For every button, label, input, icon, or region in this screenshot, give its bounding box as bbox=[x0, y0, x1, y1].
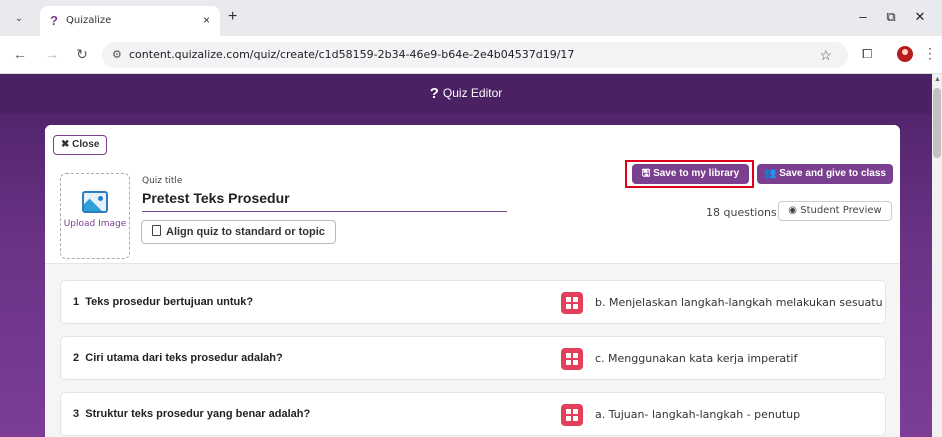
title-underline bbox=[142, 211, 507, 212]
eye-icon: ◉ bbox=[788, 205, 798, 216]
quizalize-logo-icon: ? bbox=[429, 85, 439, 102]
question-count: 18 questions bbox=[706, 206, 777, 219]
question-row[interactable]: 1 Teks prosedur bertujuan untuk? b. Menj… bbox=[60, 280, 886, 324]
student-preview-button[interactable]: ◉ Student Preview bbox=[778, 201, 892, 221]
highlight-box bbox=[625, 160, 754, 188]
question-text: 2 Ciri utama dari teks prosedur adalah? bbox=[73, 352, 283, 364]
close-button[interactable]: ✖ Close bbox=[53, 135, 108, 155]
profile-avatar[interactable] bbox=[897, 46, 913, 62]
extensions-icon[interactable]: ⧠ bbox=[862, 47, 872, 61]
question-answer: a. Tujuan- langkah-langkah - penutup bbox=[595, 408, 801, 421]
document-icon bbox=[152, 225, 161, 236]
restore-icon[interactable]: ⧉ bbox=[881, 10, 901, 24]
tab-search-icon[interactable]: ⌄ bbox=[10, 10, 28, 28]
question-text: 3 Struktur teks prosedur yang benar adal… bbox=[73, 408, 311, 420]
users-icon: 👥 bbox=[764, 168, 777, 179]
scroll-thumb[interactable] bbox=[933, 88, 941, 158]
scroll-up-icon[interactable]: ▲ bbox=[934, 76, 941, 83]
url-text[interactable]: content.quizalize.com/quiz/create/c1d581… bbox=[129, 48, 574, 62]
minimize-icon[interactable]: – bbox=[853, 10, 873, 24]
question-type-grid-icon bbox=[561, 292, 583, 314]
align-quiz-button[interactable]: Align quiz to standard or topic bbox=[141, 220, 336, 244]
tab-title: Quizalize bbox=[66, 15, 112, 26]
question-row[interactable]: 2 Ciri utama dari teks prosedur adalah? … bbox=[60, 336, 886, 380]
quizalize-favicon-icon: ? bbox=[50, 13, 58, 28]
back-icon[interactable]: ← bbox=[12, 47, 28, 61]
tab-close-icon[interactable]: × bbox=[203, 13, 210, 27]
app-header: ? Quiz Editor bbox=[0, 74, 932, 114]
page-scrollbar[interactable]: ▲ bbox=[932, 74, 942, 437]
window-close-icon[interactable]: ✕ bbox=[910, 10, 930, 24]
image-icon bbox=[82, 191, 108, 213]
quiz-title-input[interactable]: Pretest Teks Prosedur bbox=[142, 190, 290, 206]
save-and-give-label: Save and give to class bbox=[779, 168, 886, 179]
upload-image-button[interactable]: Upload Image bbox=[60, 173, 130, 259]
question-type-grid-icon bbox=[561, 404, 583, 426]
save-and-give-button[interactable]: 👥 Save and give to class bbox=[757, 164, 893, 184]
new-tab-icon[interactable]: + bbox=[228, 9, 237, 25]
upload-image-label: Upload Image bbox=[63, 219, 127, 229]
forward-icon[interactable]: → bbox=[44, 47, 60, 61]
question-answer: b. Menjelaskan langkah-langkah melakukan… bbox=[595, 296, 883, 309]
reload-icon[interactable]: ↻ bbox=[74, 47, 90, 61]
quiz-title-label: Quiz title bbox=[142, 176, 183, 186]
question-type-grid-icon bbox=[561, 348, 583, 370]
close-icon: ✖ bbox=[61, 139, 70, 150]
question-row[interactable]: 3 Struktur teks prosedur yang benar adal… bbox=[60, 392, 886, 436]
browser-menu-icon[interactable]: ⋮ bbox=[923, 46, 937, 60]
browser-tab[interactable]: ? Quizalize × bbox=[40, 6, 220, 36]
quiz-editor-app: ? Quiz Editor ✖ Close Upload Image Quiz t… bbox=[0, 74, 932, 437]
quiz-settings-panel: ✖ Close Upload Image Quiz title Pretest … bbox=[45, 125, 900, 264]
header-title: Quiz Editor bbox=[442, 86, 503, 100]
question-answer: c. Menggunakan kata kerja imperatif bbox=[595, 352, 798, 365]
site-info-icon[interactable]: ⚙ bbox=[112, 48, 122, 62]
close-label: Close bbox=[72, 139, 100, 150]
address-bar[interactable]: ⚙ content.quizalize.com/quiz/create/c1d5… bbox=[102, 42, 848, 68]
student-preview-label: Student Preview bbox=[800, 205, 882, 216]
browser-tab-strip: ⌄ ? Quizalize × + – ⧉ ✕ bbox=[0, 0, 942, 36]
question-text: 1 Teks prosedur bertujuan untuk? bbox=[73, 296, 254, 308]
align-quiz-label: Align quiz to standard or topic bbox=[166, 226, 325, 238]
editor-card: ✖ Close Upload Image Quiz title Pretest … bbox=[45, 125, 900, 437]
browser-toolbar: ← → ↻ ⚙ content.quizalize.com/quiz/creat… bbox=[0, 36, 942, 74]
bookmark-star-icon[interactable]: ☆ bbox=[819, 47, 832, 63]
